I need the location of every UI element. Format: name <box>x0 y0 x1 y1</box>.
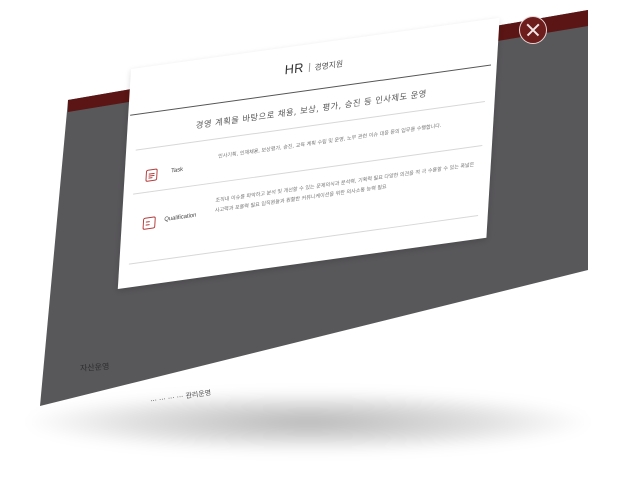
row-desc-qualification: 조직내 이슈를 파악하고 분석 및 개선할 수 있는 문제의식과 분석력, 기획… <box>214 162 475 215</box>
section-label: 자산운영 <box>79 361 110 374</box>
row-label-task: Task <box>170 166 184 175</box>
document-icon <box>145 168 158 183</box>
screenshot-stage: 자산운영 ··· ··· ··· ··· 관리운영 HR 경영지원 경영 계획을 … <box>0 0 631 477</box>
title-divider <box>308 62 310 73</box>
person-card-icon <box>142 216 156 231</box>
page-shadow <box>28 392 588 452</box>
close-button[interactable] <box>519 16 547 44</box>
modal-title-sub: 경영지원 <box>314 59 344 73</box>
row-label-qualification: Qualification <box>164 212 197 224</box>
modal-title-main: HR <box>284 59 305 78</box>
